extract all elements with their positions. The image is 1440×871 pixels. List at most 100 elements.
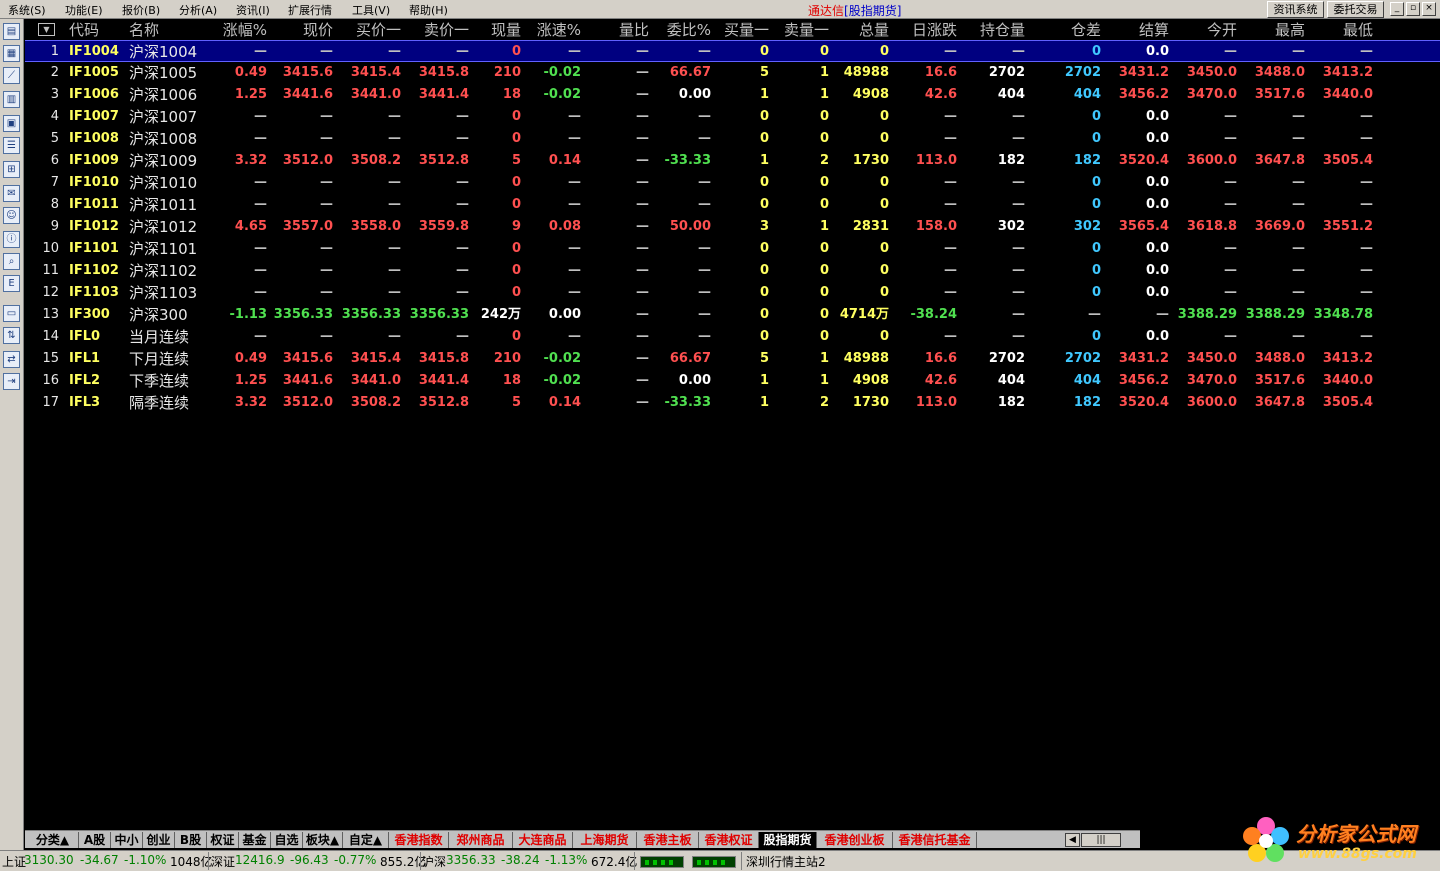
message-icon[interactable]: ✉ bbox=[3, 185, 20, 202]
col-bid-qty-cell: 1 bbox=[759, 87, 769, 102]
etf-icon[interactable]: E bbox=[3, 275, 20, 292]
table-row[interactable]: 6 IF1009 沪深1009 3.32 3512.0 3508.2 3512.8 5 0.14… bbox=[25, 150, 1440, 172]
menu-info[interactable]: 资讯(I) bbox=[236, 2, 270, 18]
table-icon[interactable]: ▣ bbox=[3, 115, 20, 132]
users-icon[interactable]: ☺ bbox=[3, 207, 20, 224]
menu-extended-quotes[interactable]: 扩展行情 bbox=[288, 2, 332, 18]
tab-14[interactable]: 香港主板 bbox=[637, 832, 699, 848]
tab-5[interactable]: 权证 bbox=[207, 832, 239, 848]
table-row[interactable]: 3 IF1006 沪深1006 1.25 3441.6 3441.0 3441.4 18 -0.… bbox=[25, 84, 1440, 106]
order-trade-button[interactable]: 委托交易 bbox=[1327, 1, 1384, 18]
tab-2[interactable]: 中小 bbox=[111, 832, 143, 848]
menu-quote[interactable]: 报价(B) bbox=[122, 2, 160, 18]
col-vol-ratio-header[interactable]: 量比 bbox=[585, 20, 649, 40]
table-row[interactable]: 7 IF1010 沪深1010 — — — — 0 — — — 0 0 0 — — 0 0.0 — — — bbox=[25, 172, 1440, 194]
col-settle-header[interactable]: 结算 bbox=[1105, 20, 1169, 40]
table-row[interactable]: 13 IF300 沪深300 -1.13 3356.33 3356.33 3356.33 24… bbox=[25, 304, 1440, 326]
menu-function[interactable]: 功能(E) bbox=[65, 2, 103, 18]
tab-8[interactable]: 板块▲ bbox=[303, 832, 343, 848]
tab-1[interactable]: A股 bbox=[79, 832, 111, 848]
tab-3[interactable]: 创业 bbox=[143, 832, 175, 848]
col-speed-header[interactable]: 涨速% bbox=[525, 20, 581, 40]
tab-9[interactable]: 自定▲ bbox=[343, 832, 389, 848]
minimize-icon[interactable]: _ bbox=[1390, 2, 1404, 16]
f10-icon[interactable]: ⊞ bbox=[3, 161, 20, 178]
search-icon[interactable]: ⌕ bbox=[3, 253, 20, 270]
table-row[interactable]: 11 IF1102 沪深1102 — — — — 0 — — — 0 0 0 — — 0 0.0 — — — bbox=[25, 260, 1440, 282]
tab-17[interactable]: 香港创业板 bbox=[817, 832, 893, 848]
col-high-cell: — bbox=[1292, 263, 1305, 278]
menu-help[interactable]: 帮助(H) bbox=[409, 2, 448, 18]
table-row[interactable]: 15 IFL1 下月连续 0.49 3415.6 3415.4 3415.8 210 -0.02… bbox=[25, 348, 1440, 370]
table-row[interactable]: 10 IF1101 沪深1101 — — — — 0 — — — 0 0 0 — — 0 0.0 — — — bbox=[25, 238, 1440, 260]
transfer-icon[interactable]: ⇄ bbox=[3, 351, 20, 368]
tab-scroll-thumb[interactable]: ||| bbox=[1081, 833, 1121, 847]
info-system-button[interactable]: 资讯系统 bbox=[1267, 1, 1324, 18]
col-bid1-header[interactable]: 买价一 bbox=[337, 20, 401, 40]
restore-icon[interactable]: ▫ bbox=[1406, 2, 1420, 16]
col-volume-header[interactable]: 现量 bbox=[473, 20, 521, 40]
tab-scroll-left-icon[interactable]: ◀ bbox=[1065, 833, 1080, 847]
tab-10[interactable]: 香港指数 bbox=[389, 832, 449, 848]
col-oi-change-header[interactable]: 仓差 bbox=[1029, 20, 1101, 40]
col-bid-qty-cell: 0 bbox=[759, 175, 769, 190]
table-row[interactable]: 1 IF1004 沪深1004 — — — — 0 — — — 0 0 0 — — 0 0.0 — — — bbox=[25, 40, 1440, 62]
col-bid-qty-header[interactable]: 买量一 bbox=[715, 20, 769, 40]
left-toolbar: ▤ ▦ ⟋ ▥ ▣ ☰ ⊞ ✉ ☺ ⓘ ⌕ E ▭ ⇅ ⇄ ⇥ bbox=[0, 19, 24, 850]
tab-16[interactable]: 股指期货 bbox=[759, 832, 817, 848]
col-open-interest-header[interactable]: 持仓量 bbox=[961, 20, 1025, 40]
grid-icon[interactable]: ▦ bbox=[3, 45, 20, 62]
col-change-pct-cell: — bbox=[254, 329, 267, 344]
col-open-interest-cell: — bbox=[1012, 307, 1025, 322]
menu-system[interactable]: 系统(S) bbox=[8, 2, 46, 18]
info-icon[interactable]: ⓘ bbox=[3, 231, 20, 248]
col-open-header[interactable]: 今开 bbox=[1173, 20, 1237, 40]
col-day-change-header[interactable]: 日涨跌 bbox=[893, 20, 957, 40]
table-row[interactable]: 16 IFL2 下季连续 1.25 3441.6 3441.0 3441.4 18 -0.02 —… bbox=[25, 370, 1440, 392]
col-price-header[interactable]: 现价 bbox=[271, 20, 333, 40]
exit-icon[interactable]: ⇥ bbox=[3, 373, 20, 390]
col-settle-cell: 3565.4 bbox=[1118, 219, 1169, 234]
table-row[interactable]: 4 IF1007 沪深1007 — — — — 0 — — — 0 0 0 — — 0 0.0 — — — bbox=[25, 106, 1440, 128]
col-code-cell: IF1102 bbox=[69, 263, 119, 278]
menu-tools[interactable]: 工具(V) bbox=[352, 2, 390, 18]
table-row[interactable]: 2 IF1005 沪深1005 0.49 3415.6 3415.4 3415.8 210 -0… bbox=[25, 62, 1440, 84]
tab-11[interactable]: 郑州商品 bbox=[449, 832, 513, 848]
line-chart-icon[interactable]: ⟋ bbox=[3, 67, 20, 84]
close-icon[interactable]: × bbox=[1422, 2, 1436, 16]
col-name-header[interactable]: 名称 bbox=[129, 20, 209, 40]
table-row[interactable]: 9 IF1012 沪深1012 4.65 3557.0 3558.0 3559.8 9 0.08… bbox=[25, 216, 1440, 238]
tab-13[interactable]: 上海期货 bbox=[573, 832, 637, 848]
table-row[interactable]: 12 IF1103 沪深1103 — — — — 0 — — — 0 0 0 — — 0 0.0 — — — bbox=[25, 282, 1440, 304]
menu-analysis[interactable]: 分析(A) bbox=[179, 2, 217, 18]
folder-icon[interactable]: ▭ bbox=[3, 305, 20, 322]
tab-6[interactable]: 基金 bbox=[239, 832, 271, 848]
col-high-header[interactable]: 最高 bbox=[1241, 20, 1305, 40]
col-order-ratio-header[interactable]: 委比% bbox=[653, 20, 711, 40]
tab-4[interactable]: B股 bbox=[175, 832, 207, 848]
col-total-vol-header[interactable]: 总量 bbox=[833, 20, 889, 40]
col-bid-qty-cell: 0 bbox=[759, 285, 769, 300]
tab-18[interactable]: 香港信托基金 bbox=[893, 832, 977, 848]
report-icon[interactable]: ☰ bbox=[3, 137, 20, 154]
col-high-cell: — bbox=[1292, 175, 1305, 190]
table-row[interactable]: 14 IFL0 当月连续 — — — — 0 — — — 0 0 0 — — 0 0.0 — — — bbox=[25, 326, 1440, 348]
col-change-pct-header[interactable]: 涨幅% bbox=[211, 20, 267, 40]
col-bid1-cell: 3356.33 bbox=[341, 307, 401, 322]
candle-chart-icon[interactable]: ▥ bbox=[3, 91, 20, 108]
tab-15[interactable]: 香港权证 bbox=[699, 832, 759, 848]
col-name-cell: 下季连续 bbox=[129, 372, 190, 390]
col-ask-qty-header[interactable]: 卖量一 bbox=[773, 20, 829, 40]
tab-12[interactable]: 大连商品 bbox=[513, 832, 573, 848]
tab-7[interactable]: 自选 bbox=[271, 832, 303, 848]
table-row[interactable]: 5 IF1008 沪深1008 — — — — 0 — — — 0 0 0 — — 0 0.0 — — — bbox=[25, 128, 1440, 150]
col-code-header[interactable]: 代码 bbox=[69, 20, 129, 40]
column-menu-icon[interactable]: ▼ bbox=[38, 23, 55, 36]
col-low-header[interactable]: 最低 bbox=[1309, 20, 1373, 40]
quote-list-icon[interactable]: ▤ bbox=[3, 23, 20, 40]
col-ask1-header[interactable]: 卖价一 bbox=[405, 20, 469, 40]
trade-icon[interactable]: ⇅ bbox=[3, 327, 20, 344]
table-row[interactable]: 8 IF1011 沪深1011 — — — — 0 — — — 0 0 0 — — 0 0.0 — — — bbox=[25, 194, 1440, 216]
table-row[interactable]: 17 IFL3 隔季连续 3.32 3512.0 3508.2 3512.8 5 0.14 — -3… bbox=[25, 392, 1440, 414]
tab-0[interactable]: 分类▲ bbox=[27, 832, 79, 848]
